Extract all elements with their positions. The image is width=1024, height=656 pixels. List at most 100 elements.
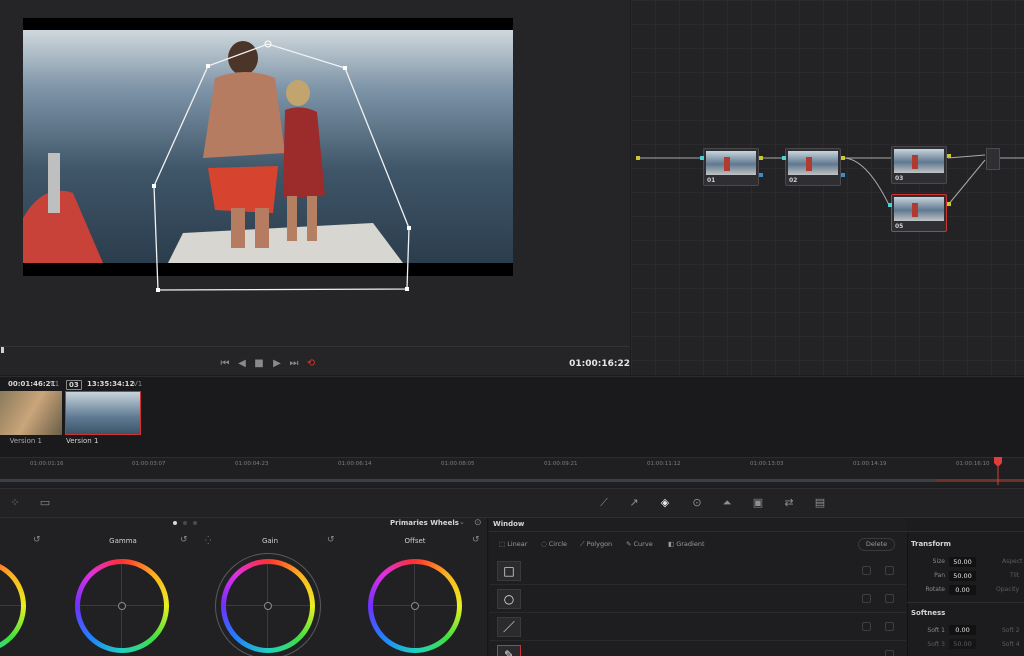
sizing-icon[interactable]: ▤ bbox=[813, 496, 827, 510]
mask-toggle[interactable] bbox=[885, 566, 894, 575]
timeline-track-selected bbox=[936, 479, 1024, 482]
scrubber-handle[interactable] bbox=[1, 347, 4, 353]
window-row[interactable] bbox=[490, 613, 906, 641]
reset-icon[interactable]: ↺ bbox=[180, 535, 188, 545]
mask-toggle[interactable] bbox=[885, 594, 894, 603]
rotate-label: Rotate bbox=[925, 586, 945, 593]
play-reverse-icon[interactable]: ◀ bbox=[235, 357, 249, 371]
node-port[interactable] bbox=[947, 154, 951, 158]
tracker-icon[interactable]: ⊙ bbox=[690, 496, 704, 510]
button-label: Curve bbox=[633, 540, 653, 548]
offset-wheel[interactable] bbox=[368, 559, 462, 653]
clip-track: V1 bbox=[133, 380, 143, 388]
node-port[interactable] bbox=[782, 156, 786, 160]
page-dot[interactable] bbox=[193, 521, 197, 525]
node-label: 03 bbox=[895, 175, 904, 182]
magic-mask-icon[interactable]: ⏶ bbox=[720, 496, 734, 510]
node-05[interactable]: 05 bbox=[891, 194, 947, 232]
curves-icon[interactable]: ⟋ bbox=[597, 496, 611, 510]
line-window-icon[interactable]: ／ bbox=[497, 617, 521, 637]
gradient-window-button[interactable]: ◧ Gradient bbox=[668, 540, 705, 550]
node-port[interactable] bbox=[841, 156, 845, 160]
more-options-icon[interactable]: ⊙ bbox=[474, 518, 482, 528]
delete-button[interactable]: Delete bbox=[858, 538, 895, 551]
picker-icon[interactable]: ⁛ bbox=[205, 536, 211, 545]
clip-thumbnail[interactable] bbox=[0, 391, 62, 435]
play-icon[interactable]: ▶ bbox=[270, 357, 284, 371]
wheel-title: Gamma bbox=[109, 537, 137, 545]
input-port[interactable] bbox=[636, 156, 640, 160]
power-window-overlay[interactable] bbox=[0, 0, 630, 300]
loop-icon[interactable]: ⟲ bbox=[304, 357, 318, 371]
node-label: 05 bbox=[895, 223, 904, 230]
polygon-window-button[interactable]: ⟋ Polygon bbox=[580, 540, 612, 550]
qualifier-icon[interactable]: ↗ bbox=[627, 496, 641, 510]
scopes-icon[interactable]: ⁘ bbox=[8, 496, 22, 510]
node-03[interactable]: 03 bbox=[891, 146, 947, 184]
output-node[interactable] bbox=[986, 148, 1000, 170]
button-label: Gradient bbox=[676, 540, 705, 548]
node-port[interactable] bbox=[947, 202, 951, 206]
page-dot-active[interactable] bbox=[173, 521, 177, 525]
soft3-field[interactable]: 50.00 bbox=[949, 639, 976, 649]
skip-back-icon[interactable]: ⏮ bbox=[218, 357, 232, 371]
rotate-field[interactable]: 0.00 bbox=[949, 585, 976, 595]
gain-wheel[interactable] bbox=[221, 559, 315, 653]
page-dot[interactable] bbox=[183, 521, 187, 525]
skip-forward-icon[interactable]: ⏭ bbox=[287, 357, 301, 371]
timeline-tick: 01:00:11:12 bbox=[647, 461, 681, 467]
node-port[interactable] bbox=[759, 173, 763, 177]
node-port[interactable] bbox=[888, 203, 892, 207]
window-row[interactable] bbox=[490, 557, 906, 585]
linear-window-button[interactable]: ⬚ Linear bbox=[499, 540, 527, 550]
palette-toolbar bbox=[0, 488, 1024, 518]
node-01[interactable]: 01 bbox=[703, 148, 759, 186]
square-window-icon[interactable]: □ bbox=[497, 561, 521, 581]
node-port[interactable] bbox=[759, 156, 763, 160]
key-icon[interactable]: ⇄ bbox=[782, 496, 796, 510]
window-icon[interactable]: ◈ bbox=[658, 496, 672, 510]
node-port[interactable] bbox=[700, 156, 704, 160]
blur-icon[interactable]: ▣ bbox=[751, 496, 765, 510]
node-thumbnail bbox=[894, 149, 944, 173]
invert-toggle[interactable] bbox=[862, 594, 871, 603]
softness-title: Softness bbox=[911, 609, 946, 617]
wheel-title: Offset bbox=[404, 537, 426, 545]
node-port[interactable] bbox=[841, 173, 845, 177]
clip-thumbnail-selected[interactable] bbox=[65, 391, 141, 435]
node-thumbnail bbox=[894, 197, 944, 221]
size-label: Size bbox=[932, 558, 945, 565]
viewer-scrubber[interactable] bbox=[0, 346, 630, 353]
button-label: Circle bbox=[548, 540, 568, 548]
clip-version-label: Version 1 bbox=[66, 437, 99, 445]
clip-timecode: 13:35:34:12 bbox=[87, 380, 135, 388]
mask-toggle[interactable] bbox=[885, 650, 894, 656]
timeline-tick: 01:00:14:19 bbox=[853, 461, 887, 467]
circle-window-icon[interactable]: ○ bbox=[497, 589, 521, 609]
node-02[interactable]: 02 bbox=[785, 148, 841, 186]
window-row[interactable] bbox=[490, 585, 906, 613]
timeline-track[interactable] bbox=[0, 479, 1024, 482]
invert-toggle[interactable] bbox=[862, 566, 871, 575]
soft1-field[interactable]: 0.00 bbox=[949, 625, 976, 635]
clip-version-label: Version 1 bbox=[9, 437, 42, 445]
reset-icon[interactable]: ↺ bbox=[33, 535, 41, 545]
chevron-down-icon[interactable]: ⌄ bbox=[459, 518, 465, 526]
reset-icon[interactable]: ↺ bbox=[472, 535, 480, 545]
size-field[interactable]: 50.00 bbox=[949, 557, 976, 567]
curve-window-button[interactable]: ✎ Curve bbox=[626, 540, 653, 550]
playhead-icon[interactable] bbox=[993, 457, 1003, 485]
aspect-label: Aspect bbox=[1002, 558, 1023, 565]
pan-field[interactable]: 50.00 bbox=[949, 571, 976, 581]
reset-icon[interactable]: ↺ bbox=[327, 535, 335, 545]
invert-toggle[interactable] bbox=[862, 622, 871, 631]
opacity-label: Opacity bbox=[996, 586, 1020, 593]
wheels-mode-select[interactable]: Primaries Wheels bbox=[390, 519, 459, 527]
gamma-wheel[interactable] bbox=[75, 559, 169, 653]
circle-window-button[interactable]: ◌ Circle bbox=[541, 540, 567, 550]
stop-icon[interactable]: ■ bbox=[252, 357, 266, 371]
split-view-icon[interactable]: ▭ bbox=[38, 496, 52, 510]
window-title: Window bbox=[493, 520, 525, 528]
pen-window-icon[interactable]: ✎ bbox=[497, 645, 521, 656]
mask-toggle[interactable] bbox=[885, 622, 894, 631]
